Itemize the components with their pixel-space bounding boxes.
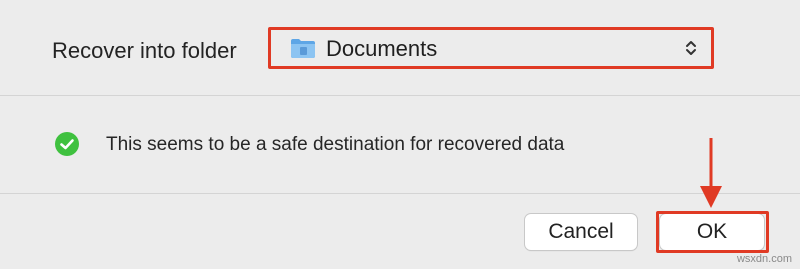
recover-into-folder-label: Recover into folder xyxy=(52,38,237,63)
folder-icon xyxy=(291,39,315,58)
divider-top xyxy=(0,95,800,96)
divider-bottom xyxy=(0,193,800,194)
folder-select-value: Documents xyxy=(326,36,438,61)
chevron-up-down-icon xyxy=(686,41,696,55)
checkmark-circle-icon xyxy=(55,132,79,156)
folder-select[interactable]: Documents xyxy=(280,34,704,62)
cancel-button[interactable]: Cancel xyxy=(525,214,637,250)
watermark: wsxdn.com xyxy=(736,253,792,265)
status-text: This seems to be a safe destination for … xyxy=(106,134,565,155)
folder-row: Recover into folder Documents xyxy=(0,0,800,95)
ok-button-highlight xyxy=(656,211,769,253)
arrow-down-icon xyxy=(700,138,722,208)
